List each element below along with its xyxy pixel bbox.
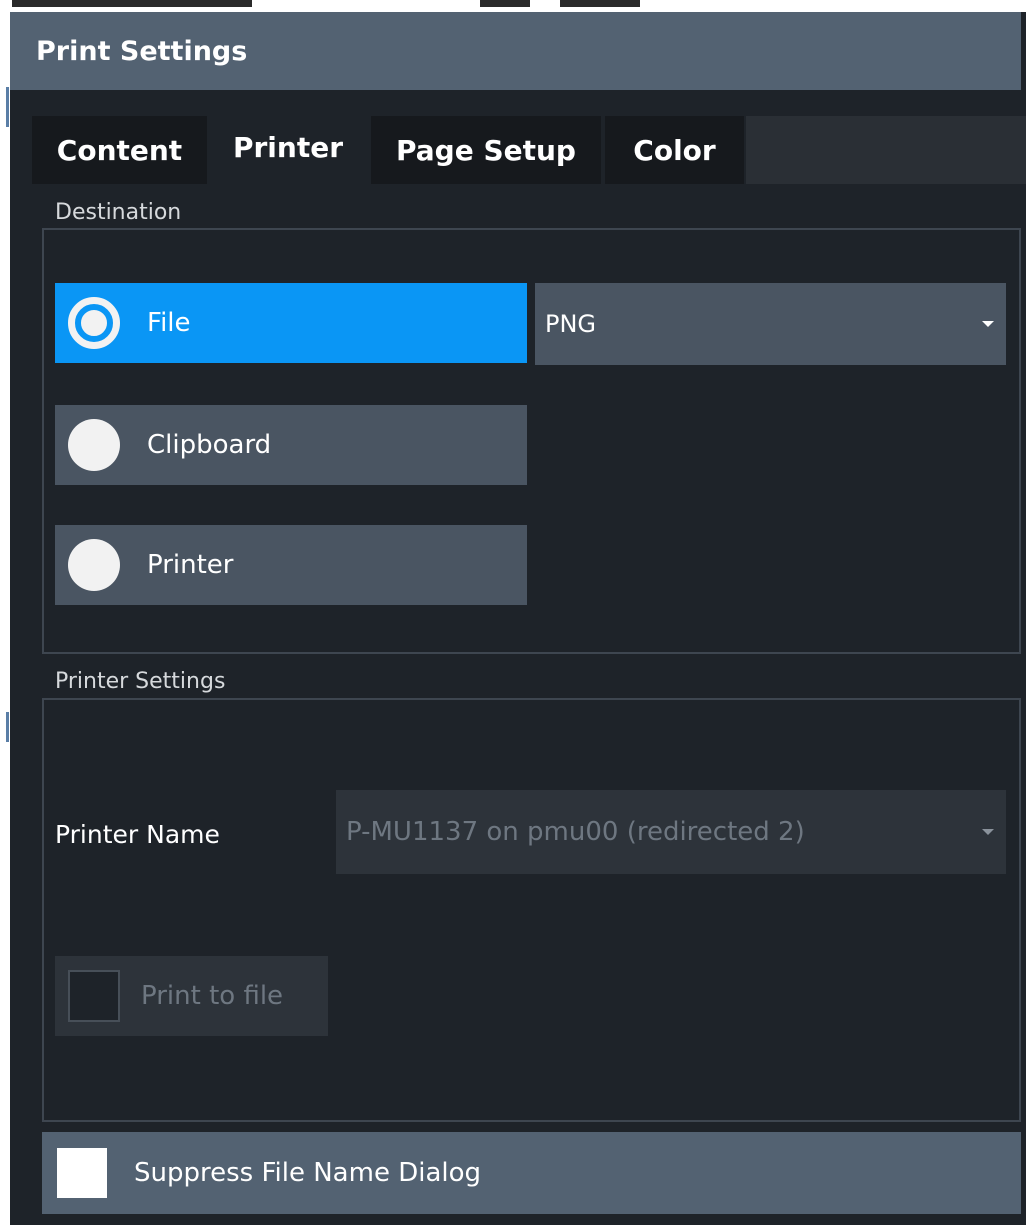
file-format-value: PNG [545, 310, 597, 338]
background-window-strip [0, 0, 1026, 12]
destination-file-label: File [147, 308, 191, 338]
suppress-file-name-dialog-label: Suppress File Name Dialog [134, 1158, 482, 1188]
print-to-file-checkbox[interactable]: Print to file [55, 956, 328, 1036]
destination-section-label: Destination [55, 200, 182, 225]
print-to-file-label: Print to file [141, 981, 284, 1011]
dialog-title: Print Settings [36, 35, 248, 67]
tab-content[interactable]: Content [32, 116, 207, 184]
chevron-down-icon [982, 321, 994, 327]
checkbox-unchecked-icon [68, 970, 120, 1022]
printer-settings-group [42, 698, 1021, 1122]
tab-strip-filler [746, 116, 1026, 184]
printer-name-dropdown[interactable]: P-MU1137 on pmu00 (redirected 2) [336, 790, 1006, 874]
printer-name-value: P-MU1137 on pmu00 (redirected 2) [346, 817, 805, 847]
background-window-edge [0, 12, 10, 1225]
print-settings-dialog: Print Settings Content Printer Page Setu… [10, 12, 1026, 1225]
radio-unselected-icon [68, 419, 120, 471]
destination-file-radio[interactable]: File [55, 283, 527, 363]
destination-printer-radio[interactable]: Printer [55, 525, 527, 605]
title-bar-edge [1021, 12, 1026, 90]
tab-page-setup[interactable]: Page Setup [371, 116, 601, 184]
destination-clipboard-radio[interactable]: Clipboard [55, 405, 527, 485]
radio-unselected-icon [68, 539, 120, 591]
chevron-down-icon [982, 829, 994, 835]
file-format-dropdown[interactable]: PNG [535, 283, 1006, 365]
suppress-file-name-dialog-checkbox[interactable]: Suppress File Name Dialog [42, 1132, 1021, 1214]
dialog-title-bar: Print Settings [10, 12, 1026, 90]
radio-selected-icon [68, 297, 120, 349]
checkbox-unchecked-icon [57, 1148, 107, 1198]
printer-name-label: Printer Name [55, 820, 220, 849]
tab-color[interactable]: Color [605, 116, 744, 184]
tab-printer[interactable]: Printer [209, 110, 367, 184]
tab-bar: Content Printer Page Setup Color [10, 102, 1026, 184]
printer-settings-section-label: Printer Settings [55, 669, 226, 694]
destination-clipboard-label: Clipboard [147, 430, 272, 460]
destination-printer-label: Printer [147, 550, 234, 580]
